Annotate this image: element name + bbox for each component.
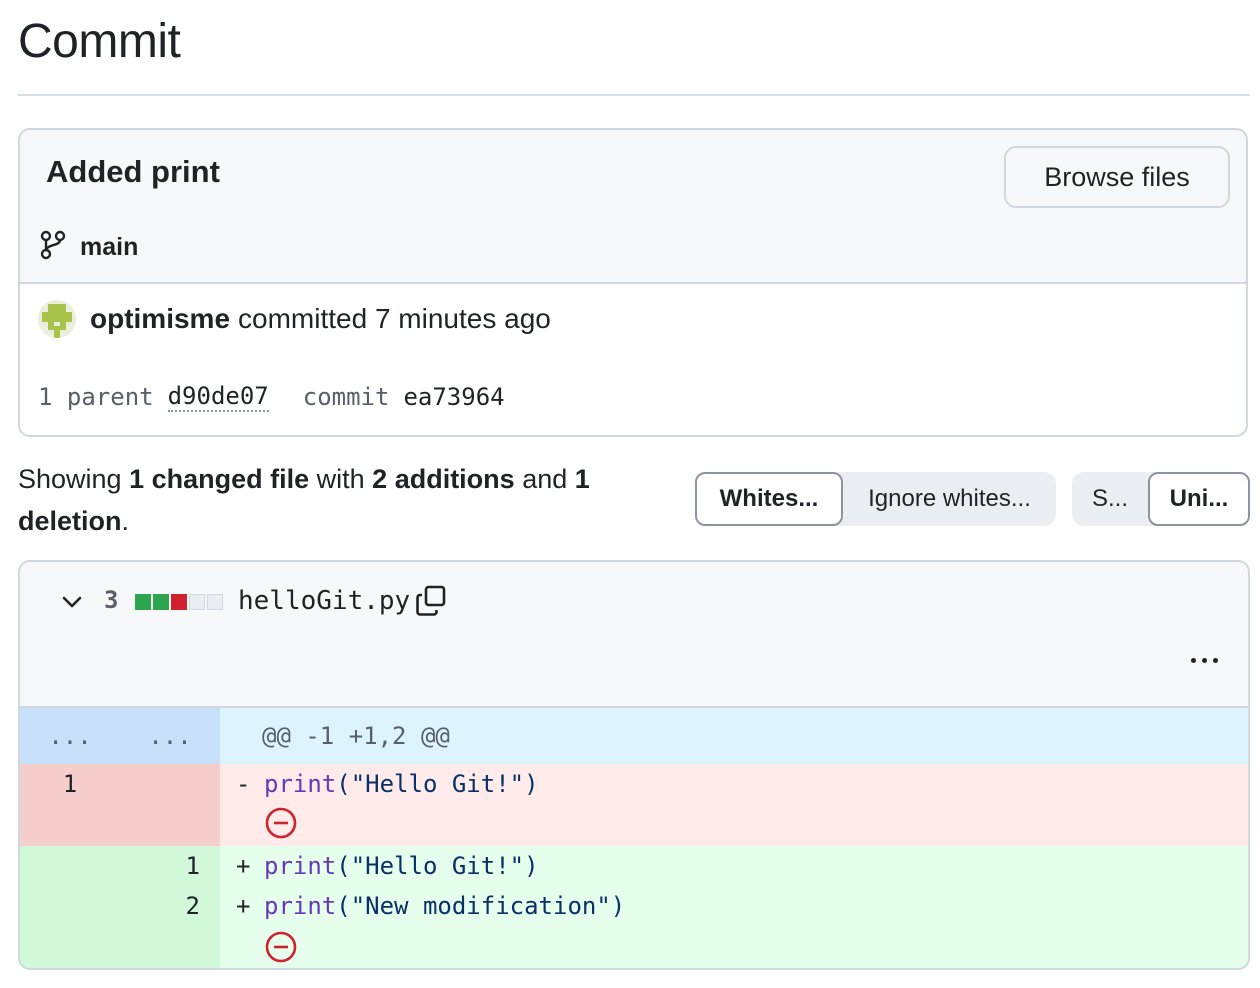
code-argument: ("Hello Git!")	[336, 852, 539, 880]
git-branch-icon	[40, 230, 66, 265]
whitespace-show-option[interactable]: Whites...	[695, 472, 843, 526]
diff-line-added: 1 + print("Hello Git!")	[20, 846, 1248, 886]
diff-marker: +	[236, 852, 251, 880]
new-line-number[interactable]	[120, 764, 220, 846]
code-line: + print("Hello Git!")	[220, 846, 1248, 886]
diffstat-square-neutral	[189, 594, 205, 610]
summary-text: .	[121, 506, 130, 536]
code-line: - print("Hello Git!")	[220, 764, 1248, 846]
diffstat-square-deleted	[171, 594, 187, 610]
title-divider	[18, 94, 1250, 96]
summary-text: Showing	[18, 464, 130, 494]
code-argument: ("New modification")	[336, 892, 626, 920]
unified-view-option[interactable]: Uni...	[1148, 472, 1250, 526]
file-name-link[interactable]: helloGit.py	[238, 586, 410, 616]
summary-text: with	[309, 464, 373, 494]
file-diff: 3 helloGit.py ... ... @@ -1 +1,2 @@ 1 -p…	[18, 560, 1250, 970]
avatar[interactable]	[38, 300, 76, 338]
code-function: print	[264, 770, 337, 798]
diff-summary: Showing 1 changed file with 2 additions …	[18, 458, 658, 542]
whitespace-ignore-option[interactable]: Ignore whites...	[843, 472, 1056, 526]
parent-sha-link[interactable]: d90de07	[167, 382, 269, 412]
commit-message: Added print	[46, 154, 220, 189]
change-count: 3	[104, 586, 119, 614]
page-title: Commit	[18, 15, 181, 68]
diff-marker: +	[236, 892, 251, 920]
diffstat-square-added	[135, 594, 151, 610]
expand-old-lines[interactable]: ...	[20, 708, 120, 764]
hunk-row: ... ... @@ -1 +1,2 @@	[20, 708, 1248, 764]
no-newline-icon	[264, 930, 298, 968]
diffstat-bar	[135, 594, 223, 610]
summary-additions: 2 additions	[372, 464, 515, 494]
commit-header: Added print Browse files main	[20, 130, 1246, 284]
diff-table: ... ... @@ -1 +1,2 @@ 1 - print("Hello Gi…	[20, 708, 1248, 968]
expand-new-lines[interactable]: ...	[120, 708, 220, 764]
commit-meta: 1 parent d90de07 commit ea73964	[38, 382, 505, 412]
diff-marker: -	[236, 770, 251, 798]
commit-label: commit	[302, 383, 390, 411]
summary-changed-files: 1 changed file	[129, 464, 310, 494]
old-line-number[interactable]	[20, 846, 120, 886]
branch-indicator[interactable]: main	[40, 230, 138, 265]
commit-sha: ea73964	[403, 383, 505, 411]
browse-files-button[interactable]: Browse files	[1004, 146, 1230, 208]
old-line-number[interactable]: 1	[20, 764, 120, 846]
author-link[interactable]: optimisme	[90, 303, 230, 335]
new-line-number[interactable]: 1	[120, 846, 220, 886]
commit-box: Added print Browse files main optimisme …	[18, 128, 1248, 437]
commit-author-row: optimisme committed 7 minutes ago	[38, 300, 551, 338]
old-line-number[interactable]	[20, 886, 120, 968]
whitespace-toggle: Whites... Ignore whites...	[695, 472, 1056, 526]
chevron-down-icon[interactable]	[58, 588, 86, 621]
branch-name: main	[80, 233, 139, 261]
hunk-header: @@ -1 +1,2 @@	[220, 708, 1248, 764]
code-argument: ("Hello Git!")	[336, 770, 539, 798]
diff-line-added: 2 + print("New modification")	[20, 886, 1248, 968]
code-line: + print("New modification")	[220, 886, 1248, 968]
parent-label: 1 parent	[38, 383, 154, 411]
split-view-option[interactable]: S...	[1072, 472, 1148, 526]
code-function: print	[264, 892, 337, 920]
copy-icon[interactable]	[414, 584, 448, 623]
commit-time: committed 7 minutes ago	[238, 303, 551, 334]
diffstat-square-added	[153, 594, 169, 610]
new-line-number[interactable]: 2	[120, 886, 220, 968]
summary-text: and	[514, 464, 575, 494]
diffstat-square-neutral	[207, 594, 223, 610]
code-function: print	[264, 852, 337, 880]
file-header: 3 helloGit.py	[20, 562, 1248, 708]
more-options-icon[interactable]	[1191, 658, 1218, 663]
diff-view-toggle: S... Uni...	[1072, 472, 1250, 526]
diff-line-deleted: 1 - print("Hello Git!")	[20, 764, 1248, 846]
